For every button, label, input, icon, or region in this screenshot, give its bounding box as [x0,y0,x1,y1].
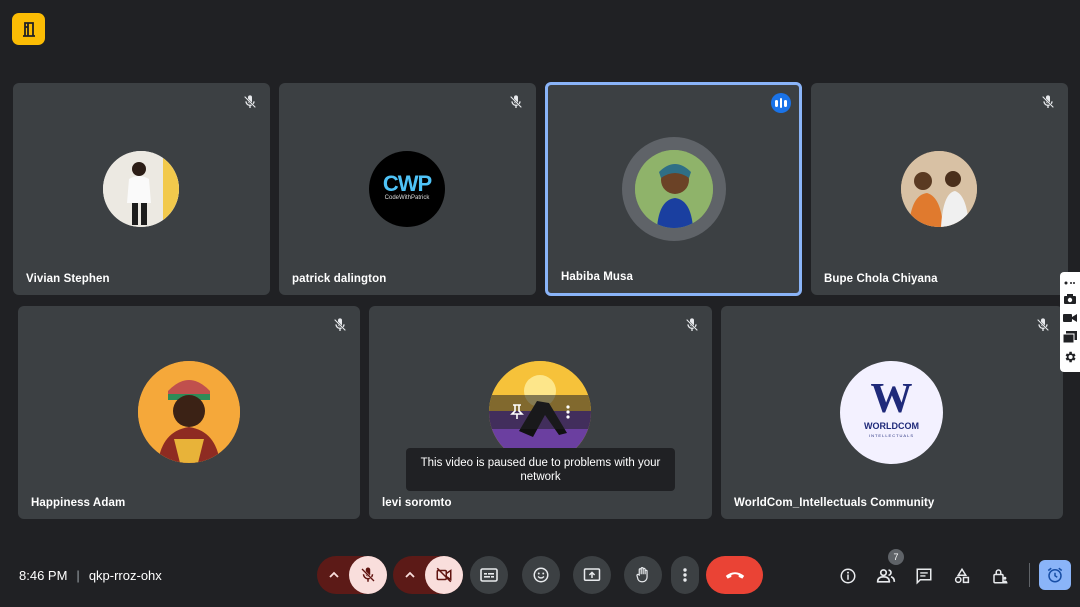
reactions-button[interactable] [522,556,560,594]
cwp-logo-text: CWP [382,171,432,196]
mic-off-icon [1041,95,1055,109]
video-icon[interactable] [1063,313,1077,323]
speaking-indicator-icon [771,93,791,113]
lock-person-icon [993,569,1008,584]
people-icon [876,569,896,583]
mic-off-icon [509,95,523,109]
mic-off-icon [1036,318,1050,332]
host-controls-button[interactable] [988,564,1012,588]
avatar: CWP CodeWithPatrick [369,151,445,227]
chat-button[interactable] [912,564,936,588]
side-extension-dock [1060,272,1080,372]
more-options-icon[interactable] [566,405,570,419]
cwp-logo-sub: CodeWithPatrick [384,195,430,201]
avatar: W WORLDCOM INTELLECTUALS [840,361,943,464]
chevron-up-icon [329,571,339,578]
participant-tile-vivian[interactable]: Vivian Stephen [13,83,270,295]
participant-name: Bupe Chola Chiyana [824,273,938,285]
timer-extension-button[interactable] [1039,560,1071,590]
camera-options-button[interactable] [393,556,427,594]
camera-control-group [393,556,463,594]
pin-icon[interactable] [510,404,524,420]
meeting-code: qkp-rroz-ohx [88,568,162,583]
windows-icon[interactable] [1063,330,1077,343]
leave-call-button[interactable] [706,556,763,594]
avatar [901,151,977,227]
mic-control-group [317,556,387,594]
info-icon [840,568,856,584]
participant-tile-patrick[interactable]: CWP CodeWithPatrick patrick dalington [279,83,536,295]
gear-icon[interactable] [1063,350,1077,364]
participant-name: Vivian Stephen [26,273,110,285]
meeting-details-button[interactable] [836,564,860,588]
participant-name: Habiba Musa [561,271,634,283]
closed-captions-icon [480,568,498,582]
camera-icon[interactable] [1063,293,1077,305]
participant-tile-happiness[interactable]: Happiness Adam [18,306,360,519]
video-off-icon [436,567,452,583]
present-screen-icon [583,568,601,581]
camera-toggle-button[interactable] [425,556,463,594]
more-vert-icon [683,568,687,582]
raise-hand-icon [636,567,648,583]
chat-icon [916,568,932,585]
tile-hover-overlay [489,395,591,429]
mic-off-icon [361,567,375,582]
captions-button[interactable] [470,556,508,594]
mic-off-icon [243,95,257,109]
participant-name: levi soromto [382,497,452,509]
meeting-host-badge-icon[interactable] [12,13,45,45]
worldcom-logo-letter: W [870,376,913,422]
mic-toggle-button[interactable] [349,556,387,594]
more-options-button[interactable] [671,556,699,594]
chevron-up-icon [405,571,415,578]
people-count-badge: 7 [888,549,904,565]
participant-name: Happiness Adam [31,497,126,509]
mic-options-button[interactable] [317,556,351,594]
avatar [103,151,179,227]
meeting-info: 8:46 PM | qkp-rroz-ohx [19,568,162,583]
mic-off-icon [685,318,699,332]
end-call-icon [725,572,744,579]
participant-tile-habiba[interactable]: Habiba Musa [545,82,802,296]
raise-hand-button[interactable] [624,556,662,594]
participant-tile-worldcom[interactable]: W WORLDCOM INTELLECTUALS WorldCom_Intell… [721,306,1063,519]
avatar [138,361,240,463]
people-button[interactable] [874,564,898,588]
activities-button[interactable] [950,564,974,588]
activities-icon [954,567,970,584]
avatar [635,150,713,228]
mic-off-icon [333,318,347,332]
network-warning-toast: This video is paused due to problems wit… [406,448,675,491]
toolbar-divider [1029,563,1030,587]
emoji-icon [533,567,549,583]
worldcom-logo-text: WORLDCOM [864,421,919,431]
present-screen-button[interactable] [573,556,611,594]
participant-name: WorldCom_Intellectuals Community [734,497,935,509]
link-more-icon[interactable] [1064,280,1076,286]
alarm-clock-icon [1047,567,1063,583]
worldcom-logo-sub: INTELLECTUALS [868,433,914,438]
meeting-time: 8:46 PM [19,568,68,583]
participant-tile-bupe[interactable]: Bupe Chola Chiyana [811,83,1068,295]
meeting-info-separator: | [76,568,80,583]
participant-name: patrick dalington [292,273,387,285]
